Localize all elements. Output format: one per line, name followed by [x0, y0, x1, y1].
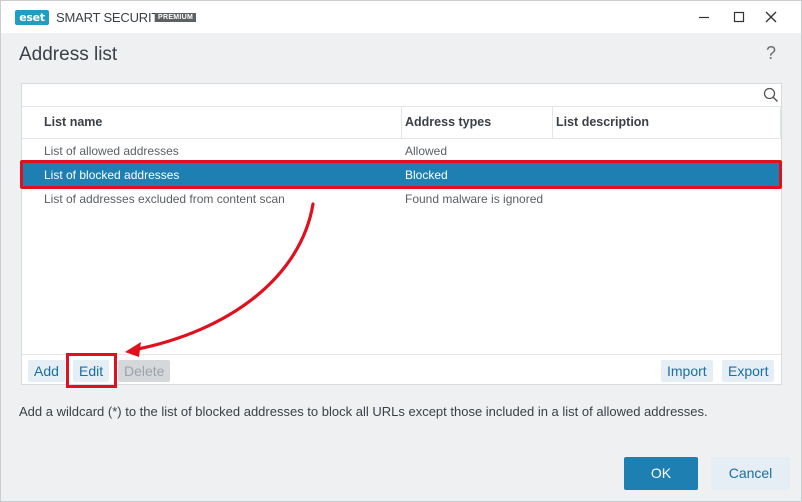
minimize-button[interactable]: [688, 1, 720, 33]
export-button[interactable]: Export: [722, 360, 775, 382]
eset-logo: eset: [15, 10, 49, 25]
maximize-button[interactable]: [723, 1, 755, 33]
column-list-description[interactable]: List description: [553, 107, 781, 138]
page-title: Address list: [19, 44, 118, 65]
import-button[interactable]: Import: [661, 360, 713, 382]
add-button[interactable]: Add: [28, 360, 65, 382]
cancel-button[interactable]: Cancel: [711, 457, 790, 490]
minimize-icon: [699, 16, 709, 19]
address-list-window: eset SMART SECURITY PREMIUM Address list…: [0, 0, 802, 502]
address-list-panel: List name Address types List description…: [21, 83, 782, 385]
column-list-name[interactable]: List name: [22, 107, 402, 138]
product-name: SMART SECURITY: [56, 10, 168, 25]
help-button[interactable]: ?: [766, 43, 776, 64]
row-list-name: List of addresses excluded from content …: [44, 192, 285, 206]
edit-button[interactable]: Edit: [73, 360, 110, 382]
title-bar: eset SMART SECURITY PREMIUM: [1, 1, 801, 33]
row-list-name: List of allowed addresses: [44, 144, 179, 158]
table-row[interactable]: List of allowed addresses Allowed: [23, 139, 780, 163]
row-address-type: Found malware is ignored: [405, 192, 544, 206]
search-button[interactable]: [760, 84, 782, 106]
table-header: List name Address types List description: [22, 106, 781, 139]
close-icon: [765, 11, 777, 23]
delete-button: Delete: [118, 360, 171, 382]
close-button[interactable]: [755, 1, 787, 33]
row-list-name: List of blocked addresses: [44, 168, 180, 182]
edition-badge: PREMIUM: [155, 13, 197, 22]
ok-button[interactable]: OK: [624, 457, 698, 490]
maximize-icon: [733, 11, 745, 23]
table-row-selected[interactable]: List of blocked addresses Blocked: [23, 163, 780, 187]
column-address-types[interactable]: Address types: [402, 107, 553, 138]
row-address-type: Allowed: [405, 144, 448, 158]
hint-text: Add a wildcard (*) to the list of blocke…: [19, 404, 708, 419]
search-icon: [763, 87, 778, 102]
table-row[interactable]: List of addresses excluded from content …: [23, 187, 780, 211]
row-address-type: Blocked: [405, 168, 448, 182]
